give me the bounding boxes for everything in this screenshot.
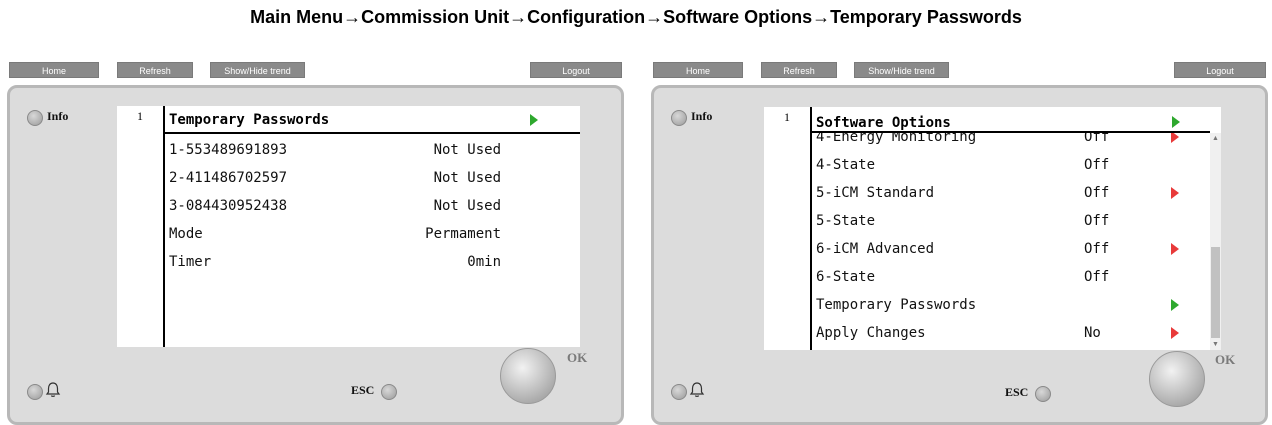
row-value: Off xyxy=(1084,241,1110,257)
row-label: 6-iCM Advanced xyxy=(816,241,935,257)
screen-divider xyxy=(163,106,165,347)
info-label: Info xyxy=(47,109,69,123)
scrollbar[interactable]: ▲ ▼ xyxy=(1210,133,1221,350)
page-number: 1 xyxy=(137,109,143,123)
list-item[interactable]: 2-411486702597 Not Used xyxy=(169,164,501,192)
row-label: 3-084430952438 xyxy=(169,198,288,214)
edit-arrow-icon[interactable] xyxy=(1171,243,1179,255)
row-label: 4-Energy Monitoring xyxy=(816,133,977,145)
list-item[interactable]: 6-iCM Advanced Off xyxy=(816,235,1208,263)
controller-device: Info 1 Temporary Passwords 1-55348969189… xyxy=(7,85,624,425)
row-label: Temporary Passwords xyxy=(816,297,977,313)
row-value: Off xyxy=(1084,213,1110,229)
list-item[interactable]: 4-Energy Monitoring Off xyxy=(816,133,1208,151)
display-screen: 1 Software Options 4-Energy Monitoring Of… xyxy=(764,107,1221,350)
list-item[interactable]: 5-iCM Standard Off xyxy=(816,179,1208,207)
refresh-button[interactable]: Refresh xyxy=(761,62,837,78)
right-hmi-panel: Home Refresh Show/Hide trend Logout Info… xyxy=(651,60,1268,425)
esc-button[interactable] xyxy=(381,384,397,400)
info-led-button[interactable] xyxy=(671,110,687,126)
home-button[interactable]: Home xyxy=(653,62,743,78)
row-label: Timer xyxy=(169,254,212,270)
list-item[interactable]: Apply Changes No xyxy=(816,319,1208,347)
list-item[interactable]: 4-State Off xyxy=(816,151,1208,179)
scrollbar-thumb[interactable] xyxy=(1211,247,1220,338)
ok-label: OK xyxy=(1215,352,1236,367)
edit-arrow-icon[interactable] xyxy=(1171,133,1179,143)
esc-label: ESC xyxy=(1005,385,1029,399)
alarm-led xyxy=(27,384,43,400)
display-screen: 1 Temporary Passwords 1-553489691893 Not … xyxy=(117,106,580,347)
edit-arrow-icon[interactable] xyxy=(1171,327,1179,339)
info-led-button[interactable] xyxy=(27,110,43,126)
ok-label: OK xyxy=(567,350,588,365)
screen-title: Software Options xyxy=(816,115,951,131)
screen-title: Temporary Passwords xyxy=(169,112,330,128)
row-label: 5-iCM Standard xyxy=(816,185,935,201)
scroll-down-icon[interactable]: ▼ xyxy=(1212,341,1219,349)
bell-icon[interactable] xyxy=(689,381,705,399)
row-value: Off xyxy=(1084,269,1110,285)
alarm-led xyxy=(671,384,687,400)
page-number: 1 xyxy=(784,110,790,124)
row-value: Not Used xyxy=(433,142,501,158)
row-label: Mode xyxy=(169,226,203,242)
row-label: 1-553489691893 xyxy=(169,142,288,158)
row-value: Not Used xyxy=(433,198,501,214)
scroll-up-icon[interactable]: ▲ xyxy=(1212,135,1219,143)
toolbar: Home Refresh Show/Hide trend Logout xyxy=(7,60,624,80)
row-value: Not Used xyxy=(433,170,501,186)
row-value: Permament xyxy=(425,226,501,242)
edit-arrow-icon[interactable] xyxy=(1171,187,1179,199)
toolbar: Home Refresh Show/Hide trend Logout xyxy=(651,60,1268,80)
row-value: Off xyxy=(1084,133,1110,145)
list-item[interactable]: 6-State Off xyxy=(816,263,1208,291)
list-item[interactable]: 1-553489691893 Not Used xyxy=(169,136,501,164)
row-label: 4-State xyxy=(816,157,876,173)
row-label: 2-411486702597 xyxy=(169,170,288,186)
controller-device: Info 1 Software Options 4-Energy Monitor… xyxy=(651,85,1268,425)
left-hmi-panel: Home Refresh Show/Hide trend Logout Info… xyxy=(7,60,624,425)
row-value: Off xyxy=(1084,185,1110,201)
row-label: 6-State xyxy=(816,269,876,285)
esc-button[interactable] xyxy=(1035,386,1051,402)
list-item[interactable]: 3-084430952438 Not Used xyxy=(169,192,501,220)
esc-label: ESC xyxy=(351,383,375,397)
list-item[interactable]: Temporary Passwords xyxy=(816,291,1208,319)
bell-icon[interactable] xyxy=(45,381,61,399)
logout-button[interactable]: Logout xyxy=(1174,62,1266,78)
ok-knob[interactable] xyxy=(500,348,556,404)
row-label: 5-State xyxy=(816,213,876,229)
row-value: No xyxy=(1084,325,1101,341)
ok-knob[interactable] xyxy=(1149,351,1205,407)
refresh-button[interactable]: Refresh xyxy=(117,62,193,78)
title-arrow-icon xyxy=(530,114,538,126)
title-underline xyxy=(163,132,580,134)
breadcrumb-caption: Main Menu→Commission Unit→Configuration→… xyxy=(250,7,1022,27)
row-label: Apply Changes xyxy=(816,325,926,341)
logout-button[interactable]: Logout xyxy=(530,62,622,78)
list-item[interactable]: 5-State Off xyxy=(816,207,1208,235)
info-label: Info xyxy=(691,109,713,123)
enter-arrow-icon[interactable] xyxy=(1171,299,1179,311)
list-item[interactable]: Timer 0min xyxy=(169,248,501,276)
list-item[interactable]: Mode Permament xyxy=(169,220,501,248)
row-value: Off xyxy=(1084,157,1110,173)
show-hide-trend-button[interactable]: Show/Hide trend xyxy=(210,62,305,78)
show-hide-trend-button[interactable]: Show/Hide trend xyxy=(854,62,949,78)
row-value: 0min xyxy=(467,254,501,270)
home-button[interactable]: Home xyxy=(9,62,99,78)
title-arrow-icon xyxy=(1172,116,1180,128)
